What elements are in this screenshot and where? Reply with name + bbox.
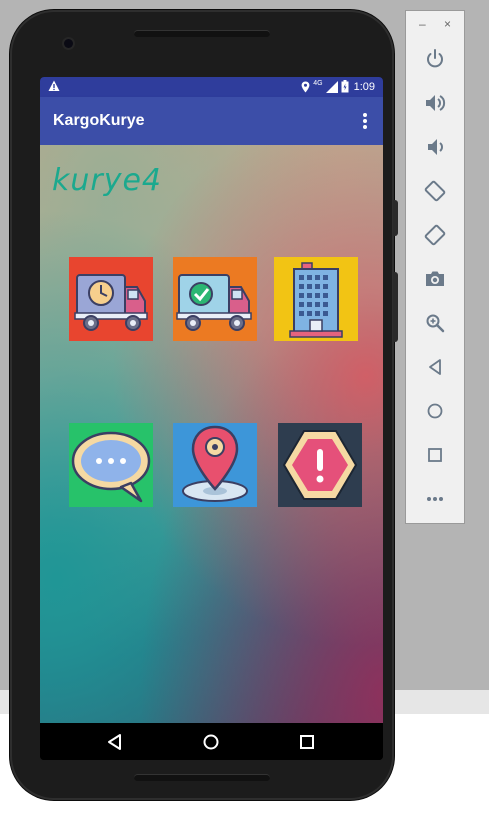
status-time: 1:09 (353, 80, 375, 93)
rotate-right-icon (424, 224, 446, 246)
home-icon (427, 403, 443, 419)
zoom-icon (426, 314, 445, 333)
warning-icon (48, 80, 60, 91)
signal-icon (325, 80, 338, 93)
navigation-bar (40, 723, 383, 760)
top-speaker (134, 30, 270, 37)
panel-overview-button[interactable] (423, 443, 447, 467)
rotate-left-button[interactable] (423, 179, 447, 203)
phone-frame: 4G 1:09 KargoKurye kurye4 (10, 10, 398, 800)
volume-up-button[interactable] (423, 91, 447, 115)
volume-up-icon (426, 95, 446, 111)
tile-building[interactable] (274, 257, 358, 341)
map-pin-icon (173, 423, 257, 507)
bottom-speaker (134, 774, 270, 781)
minimize-button[interactable]: – (419, 17, 426, 31)
rotate-left-icon (424, 180, 446, 202)
panel-home-button[interactable] (423, 399, 447, 423)
truck-check-icon (173, 257, 257, 341)
emulator-controls-panel: – × (405, 10, 465, 524)
phone-screen: 4G 1:09 KargoKurye kurye4 (40, 77, 383, 760)
more-vert-icon[interactable] (357, 111, 373, 131)
power-icon (427, 49, 443, 68)
chat-bubble-icon (69, 423, 153, 507)
truck-clock-icon (69, 257, 153, 341)
panel-more-button[interactable] (423, 487, 447, 511)
main-content: kurye4 (40, 145, 383, 723)
side-button-volume[interactable] (393, 272, 398, 342)
status-bar: 4G 1:09 (40, 77, 383, 97)
tile-location[interactable] (173, 423, 257, 507)
rotate-right-button[interactable] (423, 223, 447, 247)
app-title: KargoKurye (53, 112, 145, 129)
network-type: 4G (313, 80, 323, 87)
power-button[interactable] (423, 47, 447, 71)
volume-down-icon (428, 139, 443, 155)
camera-icon (426, 271, 444, 286)
tile-warning[interactable] (278, 423, 362, 507)
username-label: kurye4 (52, 163, 163, 198)
overview-icon (428, 448, 442, 462)
tile-chat[interactable] (69, 423, 153, 507)
panel-back-button[interactable] (423, 355, 447, 379)
close-button[interactable]: × (444, 17, 451, 31)
tile-truck-clock[interactable] (69, 257, 153, 341)
back-icon (429, 359, 441, 375)
side-button-power[interactable] (393, 200, 398, 236)
home-icon[interactable] (201, 732, 221, 752)
app-bar: KargoKurye (40, 97, 383, 145)
back-icon[interactable] (105, 732, 125, 752)
front-camera (64, 39, 73, 48)
screenshot-button[interactable] (423, 267, 447, 291)
battery-icon (341, 80, 349, 93)
building-icon (274, 257, 358, 341)
volume-down-button[interactable] (423, 135, 447, 159)
recents-icon[interactable] (297, 732, 317, 752)
zoom-button[interactable] (423, 311, 447, 335)
tile-truck-check[interactable] (173, 257, 257, 341)
warning-hexagon-icon (278, 423, 362, 507)
location-icon (301, 81, 310, 92)
more-icon (427, 497, 443, 501)
